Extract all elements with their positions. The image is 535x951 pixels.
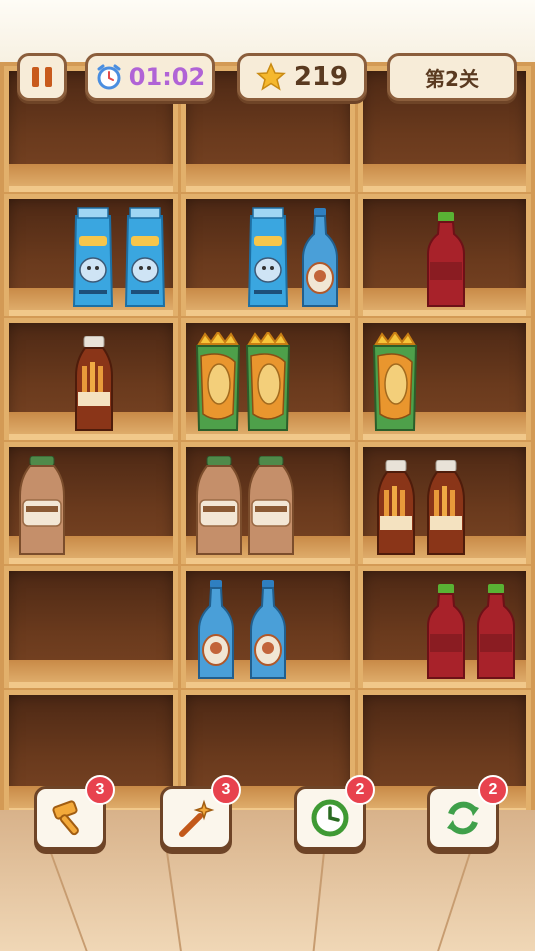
cola-bottle-item[interactable]: [424, 584, 468, 682]
fries-bottle-item[interactable]: [72, 336, 116, 434]
shelf-slot-r5-c3[interactable]: [358, 566, 531, 688]
shuffle-count-badge: 2: [478, 775, 508, 805]
fries-bottle-item[interactable]: [424, 460, 468, 558]
shelf-slot-r4-c1[interactable]: [4, 442, 178, 564]
shuffle-tool-button[interactable]: 2: [427, 775, 508, 850]
time-tool-button[interactable]: 2: [294, 775, 375, 850]
wand-count-badge: 3: [211, 775, 241, 805]
water-bottle-item[interactable]: [299, 208, 341, 310]
fries-bottle-item[interactable]: [374, 460, 418, 558]
shelf-slot-r2-c3[interactable]: [358, 194, 531, 316]
alarm-clock-icon: [97, 64, 121, 90]
cola-bottle-item[interactable]: [424, 212, 468, 310]
milk-carton-item[interactable]: [122, 206, 168, 310]
star-count: 219: [293, 62, 349, 92]
hammer-count-badge: 3: [85, 775, 115, 805]
pause-icon: [32, 67, 39, 87]
cola-bottle-item[interactable]: [474, 584, 518, 682]
taco-cup-item[interactable]: [370, 332, 420, 436]
star-icon: [255, 62, 286, 91]
water-bottle-item[interactable]: [195, 580, 237, 682]
star-counter: 219: [237, 53, 367, 101]
shelf-slot-r5-c2[interactable]: [181, 566, 355, 688]
shelf-slot-r2-c2[interactable]: [181, 194, 355, 316]
time-count-badge: 2: [345, 775, 375, 805]
clock-icon: [311, 799, 349, 837]
refresh-icon: [447, 801, 479, 835]
wand-icon: [179, 799, 215, 837]
shelf-slot-r3-c1[interactable]: [4, 318, 178, 440]
magic-wand-tool-button[interactable]: 3: [160, 775, 241, 850]
shelf-slot-r3-c3[interactable]: [358, 318, 531, 440]
hammer-tool-button[interactable]: 3: [34, 775, 115, 850]
timer-display: 01:02: [85, 53, 215, 101]
coffee-bottle-item[interactable]: [245, 456, 297, 558]
level-indicator: 第2关: [387, 53, 517, 101]
taco-cup-item[interactable]: [243, 332, 293, 436]
hammer-icon: [52, 800, 79, 836]
shelf-slot-r3-c2[interactable]: [181, 318, 355, 440]
shelf-unit: [0, 62, 535, 814]
milk-carton-item[interactable]: [245, 206, 291, 310]
coffee-bottle-item[interactable]: [193, 456, 245, 558]
water-bottle-item[interactable]: [247, 580, 289, 682]
shelf-slot-r4-c3[interactable]: [358, 442, 531, 564]
coffee-bottle-item[interactable]: [16, 456, 68, 558]
timer-value: 01:02: [128, 63, 206, 91]
level-label: 第2关: [425, 66, 479, 91]
shelf-slot-r2-c1[interactable]: [4, 194, 178, 316]
milk-carton-item[interactable]: [70, 206, 116, 310]
taco-cup-item[interactable]: [193, 332, 243, 436]
shelf-slot-r4-c2[interactable]: [181, 442, 355, 564]
pause-button[interactable]: [17, 53, 67, 101]
shelf-slot-r5-c1[interactable]: [4, 566, 178, 688]
